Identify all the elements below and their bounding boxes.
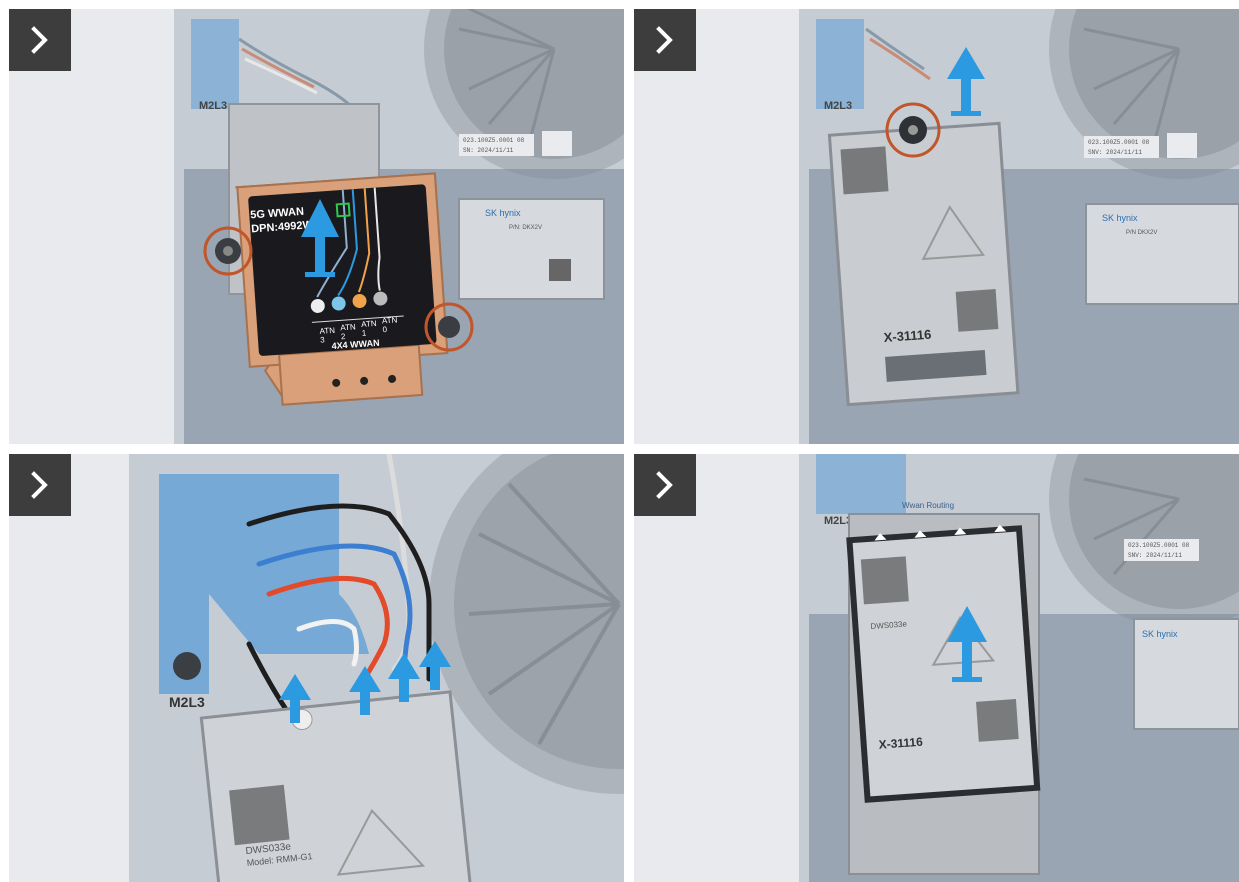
- ssd: [458, 198, 605, 300]
- scene-remove-shield: 023.100Z5.0001 08 SN: 2024/11/11 M2L3 SK…: [9, 9, 624, 444]
- fan-label-text-2: SN: 2024/11/11: [463, 147, 514, 154]
- wwan-card: [846, 524, 1041, 803]
- panel-step-2: 023.100Z5.0001 08 SNV: 2024/11/11 M2L3 X…: [634, 9, 1239, 444]
- next-step-button[interactable]: [634, 9, 696, 71]
- screw-label: M2L3: [199, 100, 227, 112]
- chevron-right-icon: [656, 471, 673, 499]
- ssd-brand: SK hynix: [485, 208, 521, 218]
- ssd-pn: P/N: DKX2V: [509, 225, 542, 231]
- screw-icon: [438, 316, 460, 338]
- screw-label: M2L3: [169, 694, 205, 710]
- screw-icon: [173, 652, 201, 680]
- chevron-right-icon: [656, 26, 673, 54]
- ssd-pn: P/N DKX2V: [1126, 230, 1157, 236]
- screw-label: M2L3: [824, 515, 852, 527]
- next-step-button[interactable]: [9, 9, 71, 71]
- scene-remove-card: 023.100Z5.0001 08 SNV: 2024/11/11 Wwan R…: [634, 454, 1239, 882]
- fan-label-text-1: 023.100Z5.0001 08: [1088, 139, 1150, 146]
- fan-label-text-1: 023.100Z5.0001 08: [1128, 542, 1190, 549]
- ssd-brand: SK hynix: [1102, 213, 1138, 223]
- panel-step-4: 023.100Z5.0001 08 SNV: 2024/11/11 Wwan R…: [634, 454, 1239, 882]
- routing-label: Wwan Routing: [902, 501, 954, 510]
- screw-label: M2L3: [824, 100, 852, 112]
- next-step-button[interactable]: [634, 454, 696, 516]
- wwan-card: [199, 690, 473, 882]
- panel-step-1: 023.100Z5.0001 08 SN: 2024/11/11 M2L3 SK…: [9, 9, 624, 444]
- fan-label-text-1: 023.100Z5.0001 08: [463, 137, 525, 144]
- panel-step-3: M2L3 DWS033e Model: RMM-G1: [9, 454, 624, 882]
- wwan-card: [827, 121, 1020, 407]
- next-step-button[interactable]: [9, 454, 71, 516]
- chevron-right-icon: [31, 471, 48, 499]
- fan-label-text-2: SNV: 2024/11/11: [1088, 149, 1142, 156]
- scene-remove-screw: 023.100Z5.0001 08 SNV: 2024/11/11 M2L3 X…: [634, 9, 1239, 444]
- scene-disconnect-cables: M2L3 DWS033e Model: RMM-G1: [9, 454, 624, 882]
- ssd-brand: SK hynix: [1142, 629, 1178, 639]
- fan-label-text-2: SNV: 2024/11/11: [1128, 552, 1182, 559]
- chevron-right-icon: [31, 26, 48, 54]
